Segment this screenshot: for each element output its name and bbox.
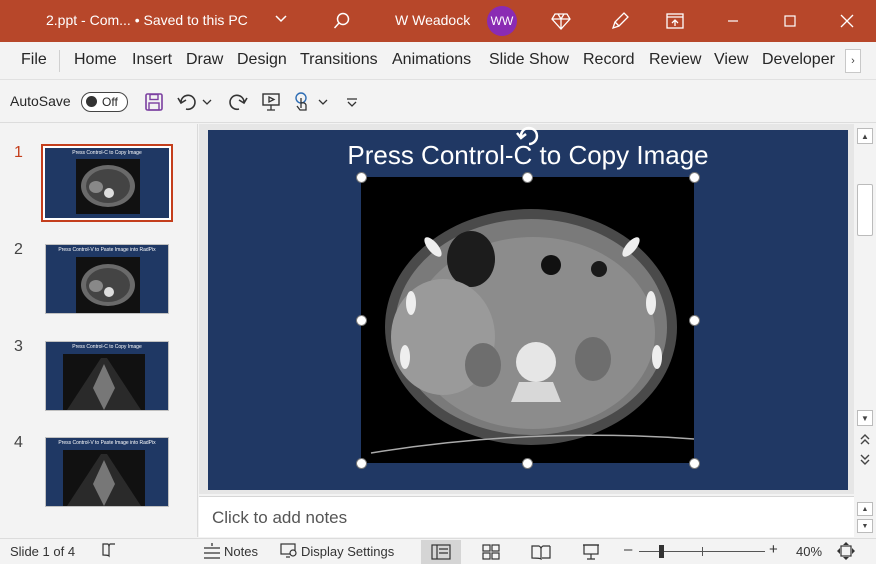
resize-handle-bottom-right[interactable] bbox=[689, 458, 700, 469]
tab-insert[interactable]: Insert bbox=[132, 51, 172, 69]
fit-to-window-icon[interactable] bbox=[836, 541, 856, 564]
normal-view-button[interactable] bbox=[421, 540, 461, 564]
touch-mode-icon[interactable] bbox=[290, 90, 314, 114]
scrollbar-thumb[interactable] bbox=[857, 184, 873, 236]
slide-canvas[interactable]: Press Control-C to Copy Image bbox=[208, 126, 848, 490]
resize-handle-bottom[interactable] bbox=[522, 458, 533, 469]
thumbnail-title: Press Control-C to Copy Image bbox=[72, 150, 142, 156]
thumbnail-title: Press Control-V to Paste Image into RadP… bbox=[58, 440, 156, 446]
resize-handle-top[interactable] bbox=[522, 172, 533, 183]
notes-scroll-up-button[interactable]: ▲ bbox=[857, 502, 873, 516]
search-icon[interactable] bbox=[329, 8, 355, 34]
resize-handle-left[interactable] bbox=[356, 315, 367, 326]
slide-thumbnail-4[interactable]: Press Control-V to Paste Image into RadP… bbox=[45, 437, 169, 507]
document-title[interactable]: 2.ppt - Com... • Saved to this PC bbox=[46, 12, 248, 28]
avatar[interactable]: WW bbox=[487, 6, 517, 36]
undo-icon[interactable] bbox=[176, 90, 200, 114]
notes-button[interactable]: Notes bbox=[224, 544, 258, 559]
next-slide-icon[interactable] bbox=[859, 453, 871, 472]
thumbnail-ultrasound-image bbox=[63, 450, 145, 506]
reading-view-button[interactable] bbox=[521, 540, 561, 564]
scroll-up-button[interactable]: ▲ bbox=[857, 128, 873, 144]
customize-toolbar-icon[interactable] bbox=[343, 90, 361, 114]
tab-file[interactable]: File bbox=[21, 51, 47, 69]
resize-handle-bottom-left[interactable] bbox=[356, 458, 367, 469]
accessibility-icon[interactable] bbox=[101, 542, 117, 561]
thumbnail-title: Press Control-C to Copy Image bbox=[72, 344, 142, 350]
undo-dropdown-icon[interactable] bbox=[200, 90, 214, 114]
tab-animations[interactable]: Animations bbox=[392, 51, 471, 69]
zoom-slider-thumb[interactable] bbox=[659, 545, 664, 558]
ribbon-display-icon[interactable] bbox=[662, 8, 688, 34]
tab-home[interactable]: Home bbox=[74, 51, 117, 69]
presentation-icon[interactable] bbox=[259, 90, 283, 114]
tab-divider bbox=[59, 50, 60, 72]
quick-access-toolbar: AutoSave Off bbox=[0, 81, 876, 123]
previous-slide-icon[interactable] bbox=[859, 432, 871, 451]
chevron-down-icon[interactable] bbox=[274, 12, 288, 31]
thumbnail-number: 2 bbox=[14, 241, 23, 258]
touch-dropdown-icon[interactable] bbox=[316, 90, 330, 114]
tab-record[interactable]: Record bbox=[583, 51, 635, 69]
diamond-icon[interactable] bbox=[548, 8, 574, 34]
toggle-state: Off bbox=[102, 95, 118, 109]
notes-scroll-down-button[interactable]: ▼ bbox=[857, 519, 873, 533]
status-bar: Slide 1 of 4 Notes Display Settings – + … bbox=[0, 538, 876, 564]
slide-thumbnail-pane: 1 Press Control-C to Copy Image 2 Press … bbox=[0, 124, 198, 537]
title-bar: 2.ppt - Com... • Saved to this PC W Wead… bbox=[0, 0, 876, 42]
zoom-slider-midpoint bbox=[702, 547, 703, 556]
ct-scan-image[interactable] bbox=[361, 177, 695, 463]
notes-icon[interactable] bbox=[202, 542, 222, 563]
thumbnail-number: 4 bbox=[14, 434, 23, 451]
redo-icon[interactable] bbox=[225, 90, 249, 114]
slide-thumbnail-2[interactable]: Press Control-V to Paste Image into RadP… bbox=[45, 244, 169, 314]
slide-show-button[interactable] bbox=[571, 540, 611, 564]
thumbnail-ultrasound-image bbox=[63, 354, 145, 410]
scroll-down-button[interactable]: ▼ bbox=[857, 410, 873, 426]
tab-view[interactable]: View bbox=[714, 51, 748, 69]
ribbon-tabs: File Home Insert Draw Design Transitions… bbox=[0, 42, 876, 80]
thumbnail-ct-image bbox=[76, 159, 140, 214]
slide-scrollbar[interactable]: ▲ ▼ bbox=[854, 124, 876, 494]
slide-thumbnail-3[interactable]: Press Control-C to Copy Image bbox=[45, 341, 169, 411]
save-icon[interactable] bbox=[142, 90, 166, 114]
minimize-button[interactable] bbox=[710, 0, 756, 42]
slide-editor: Press Control-C to Copy Image bbox=[199, 124, 854, 494]
tab-design[interactable]: Design bbox=[237, 51, 287, 69]
notes-placeholder[interactable]: Click to add notes bbox=[212, 508, 347, 528]
pen-icon[interactable] bbox=[607, 8, 633, 34]
tab-transitions[interactable]: Transitions bbox=[300, 51, 378, 69]
slide-thumbnail-1[interactable]: Press Control-C to Copy Image bbox=[41, 144, 173, 222]
slide-sorter-button[interactable] bbox=[471, 540, 511, 564]
close-button[interactable] bbox=[824, 0, 870, 42]
toggle-knob bbox=[86, 96, 97, 107]
autosave-toggle[interactable]: Off bbox=[81, 92, 128, 112]
tab-draw[interactable]: Draw bbox=[186, 51, 223, 69]
display-settings-icon[interactable] bbox=[280, 542, 298, 561]
user-name[interactable]: W Weadock bbox=[395, 12, 470, 28]
more-tabs-button[interactable]: › bbox=[845, 49, 861, 73]
tab-review[interactable]: Review bbox=[649, 51, 701, 69]
autosave-label: AutoSave bbox=[10, 93, 71, 109]
rotate-handle-icon[interactable] bbox=[516, 124, 542, 151]
tab-slide-show[interactable]: Slide Show bbox=[489, 51, 569, 69]
resize-handle-top-left[interactable] bbox=[356, 172, 367, 183]
zoom-out-button[interactable]: – bbox=[624, 541, 632, 558]
notes-pane[interactable]: Click to add notes bbox=[199, 496, 854, 537]
notes-scrollbar[interactable]: ▲ ▼ bbox=[854, 496, 876, 537]
thumbnail-title: Press Control-V to Paste Image into RadP… bbox=[58, 247, 156, 253]
thumbnail-number: 3 bbox=[14, 338, 23, 355]
tab-developer[interactable]: Developer bbox=[762, 51, 835, 69]
thumbnail-ct-image bbox=[76, 257, 140, 313]
zoom-in-button[interactable]: + bbox=[769, 541, 778, 558]
zoom-level[interactable]: 40% bbox=[796, 544, 822, 559]
thumbnail-number: 1 bbox=[14, 144, 23, 161]
slide-counter: Slide 1 of 4 bbox=[10, 544, 76, 559]
display-settings-button[interactable]: Display Settings bbox=[301, 544, 394, 559]
maximize-button[interactable] bbox=[767, 0, 813, 42]
resize-handle-right[interactable] bbox=[689, 315, 700, 326]
resize-handle-top-right[interactable] bbox=[689, 172, 700, 183]
